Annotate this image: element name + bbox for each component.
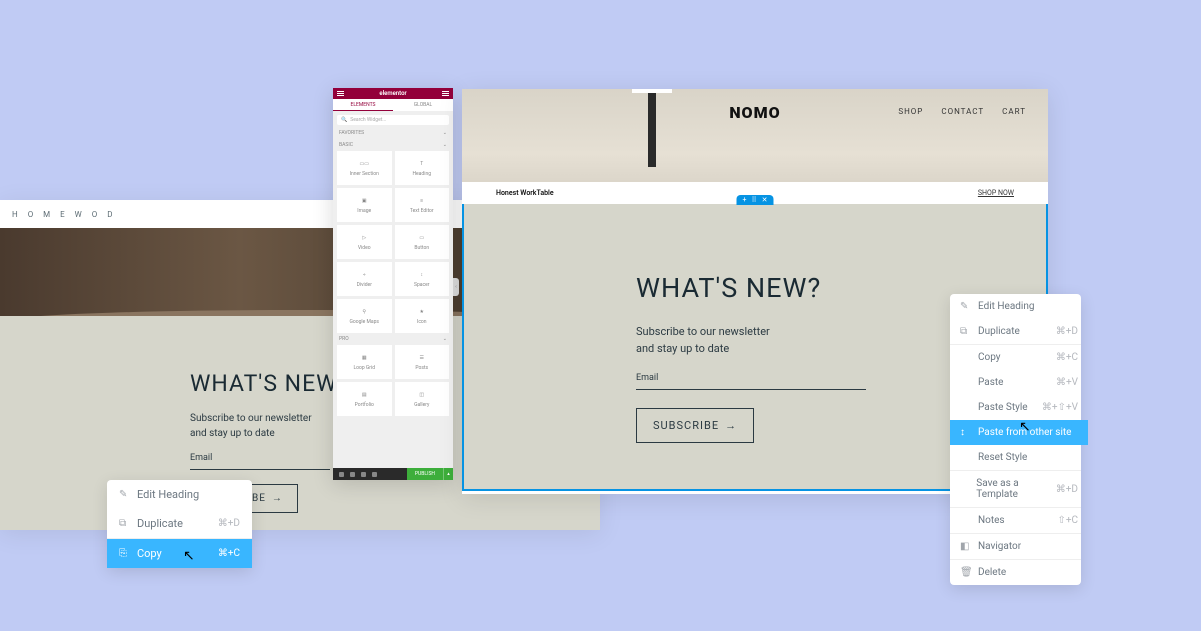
shop-now-link[interactable]: SHOP NOW <box>978 189 1014 197</box>
category-pro[interactable]: PRO⌄ <box>333 333 453 345</box>
product-name: Honest WorkTable <box>496 189 554 197</box>
widget-gallery[interactable]: ◫Gallery <box>395 382 450 416</box>
plus-icon[interactable]: + <box>743 196 747 204</box>
heading-icon: T <box>416 160 428 168</box>
nav-cart[interactable]: CART <box>1002 107 1026 116</box>
button-icon: ▭ <box>416 234 428 242</box>
menu-paste-style[interactable]: Paste Style⌘+⇧+V <box>950 395 1088 420</box>
menu-paste[interactable]: Paste⌘+V <box>950 370 1088 395</box>
menu-notes[interactable]: Notes⇧+C <box>950 508 1088 533</box>
navigator-icon: ◧ <box>960 541 970 552</box>
cursor-icon: ↖ <box>183 548 195 564</box>
arrow-right-icon: → <box>272 493 283 504</box>
section-icon: ▭▭ <box>358 160 370 168</box>
pencil-icon: ✎ <box>960 301 970 312</box>
widget-icon[interactable]: ★Icon <box>395 299 450 333</box>
portfolio-icon: ▤ <box>358 391 370 399</box>
widget-divider[interactable]: ÷Divider <box>337 262 392 296</box>
footer-icons <box>333 472 383 477</box>
widget-posts[interactable]: ☰Posts <box>395 345 450 379</box>
copy-icon: ⎘ <box>119 548 129 559</box>
history-icon[interactable] <box>350 472 355 477</box>
paste-other-icon: ↕ <box>960 427 970 438</box>
menu-copy[interactable]: ⎘ Copy ⌘+C <box>107 539 252 568</box>
close-icon[interactable]: ✕ <box>762 196 768 204</box>
map-icon: ⚲ <box>358 308 370 316</box>
video-icon: ▷ <box>358 234 370 242</box>
context-menu-left: ✎ Edit Heading ⧉ Duplicate ⌘+D ⎘ Copy ⌘+… <box>107 480 252 568</box>
menu-delete[interactable]: 🗑Delete <box>950 560 1088 585</box>
email-input[interactable]: Email <box>636 373 866 390</box>
cursor-icon: ↖ <box>1019 419 1031 435</box>
duplicate-icon: ⧉ <box>119 518 129 529</box>
pencil-icon: ✎ <box>119 489 129 500</box>
gallery-icon: ◫ <box>416 391 428 399</box>
widget-loop-grid[interactable]: ▦Loop Grid <box>337 345 392 379</box>
menu-save-template[interactable]: Save as a Template⌘+D <box>950 471 1088 507</box>
menu-edit-heading[interactable]: ✎ Edit Heading <box>107 480 252 509</box>
right-site-logo: NOMO <box>729 103 780 122</box>
right-hero: NOMO SHOP CONTACT CART <box>462 89 1048 182</box>
search-input[interactable]: 🔍 Search Widget... <box>337 115 449 125</box>
widget-google-maps[interactable]: ⚲Google Maps <box>337 299 392 333</box>
image-icon: ▣ <box>358 197 370 205</box>
chevron-down-icon: ⌄ <box>443 336 447 342</box>
widget-image[interactable]: ▣Image <box>337 188 392 222</box>
grid-icon: ▦ <box>358 354 370 362</box>
widget-button[interactable]: ▭Button <box>395 225 450 259</box>
trash-icon: 🗑 <box>960 567 970 578</box>
apps-icon[interactable] <box>442 91 449 96</box>
publish-button[interactable]: PUBLISH <box>407 468 443 480</box>
chevron-down-icon: ⌄ <box>443 130 447 136</box>
pro-widgets: ▦Loop Grid ☰Posts ▤Portfolio ◫Gallery <box>333 345 453 416</box>
preview-icon[interactable] <box>372 472 377 477</box>
responsive-icon[interactable] <box>361 472 366 477</box>
publish-options[interactable]: ▴ <box>443 468 453 480</box>
email-input[interactable]: Email <box>190 453 330 470</box>
tab-global[interactable]: GLOBAL <box>393 99 453 111</box>
panel-header: elementor <box>333 88 453 99</box>
menu-edit-heading[interactable]: ✎Edit Heading <box>950 294 1088 319</box>
widget-spacer[interactable]: ↕Spacer <box>395 262 450 296</box>
text-icon: ≡ <box>416 197 428 205</box>
widget-heading[interactable]: THeading <box>395 151 450 185</box>
star-icon: ★ <box>416 308 428 316</box>
widget-video[interactable]: ▷Video <box>337 225 392 259</box>
divider-icon: ÷ <box>358 271 370 279</box>
right-nav: SHOP CONTACT CART <box>898 107 1026 116</box>
category-favorites[interactable]: FAVORITES⌄ <box>333 127 453 139</box>
menu-duplicate[interactable]: ⧉ Duplicate ⌘+D <box>107 509 252 538</box>
spacer-icon: ↕ <box>416 271 428 279</box>
elementor-panel: elementor ELEMENTS GLOBAL 🔍 Search Widge… <box>333 88 453 480</box>
panel-resize-handle[interactable]: ‹ <box>453 278 459 296</box>
context-menu-right: ✎Edit Heading ⧉Duplicate⌘+D Copy⌘+C Past… <box>950 294 1081 585</box>
dots-icon[interactable]: ⠿ <box>751 196 756 204</box>
menu-duplicate[interactable]: ⧉Duplicate⌘+D <box>950 319 1088 344</box>
posts-icon: ☰ <box>416 354 428 362</box>
category-basic[interactable]: BASIC⌄ <box>333 139 453 151</box>
widget-inner-section[interactable]: ▭▭Inner Section <box>337 151 392 185</box>
duplicate-icon: ⧉ <box>960 326 970 337</box>
search-icon: 🔍 <box>341 117 347 123</box>
menu-navigator[interactable]: ◧Navigator <box>950 534 1088 559</box>
subscribe-button[interactable]: SUBSCRIBE → <box>636 408 754 443</box>
widget-portfolio[interactable]: ▤Portfolio <box>337 382 392 416</box>
menu-copy[interactable]: Copy⌘+C <box>950 345 1088 370</box>
section-handle[interactable]: + ⠿ ✕ <box>737 195 774 205</box>
tab-elements[interactable]: ELEMENTS <box>333 99 393 111</box>
basic-widgets: ▭▭Inner Section THeading ▣Image ≡Text Ed… <box>333 151 453 333</box>
widget-text-editor[interactable]: ≡Text Editor <box>395 188 450 222</box>
nav-contact[interactable]: CONTACT <box>941 107 984 116</box>
hamburger-icon[interactable] <box>337 91 344 96</box>
product-image <box>632 89 672 167</box>
panel-tabs: ELEMENTS GLOBAL <box>333 99 453 111</box>
chevron-down-icon: ⌄ <box>443 142 447 148</box>
settings-icon[interactable] <box>339 472 344 477</box>
brand-label: elementor <box>379 90 406 97</box>
menu-reset-style[interactable]: Reset Style <box>950 445 1088 470</box>
nav-shop[interactable]: SHOP <box>898 107 923 116</box>
arrow-right-icon: → <box>725 419 737 432</box>
panel-footer: PUBLISH ▴ <box>333 468 453 480</box>
